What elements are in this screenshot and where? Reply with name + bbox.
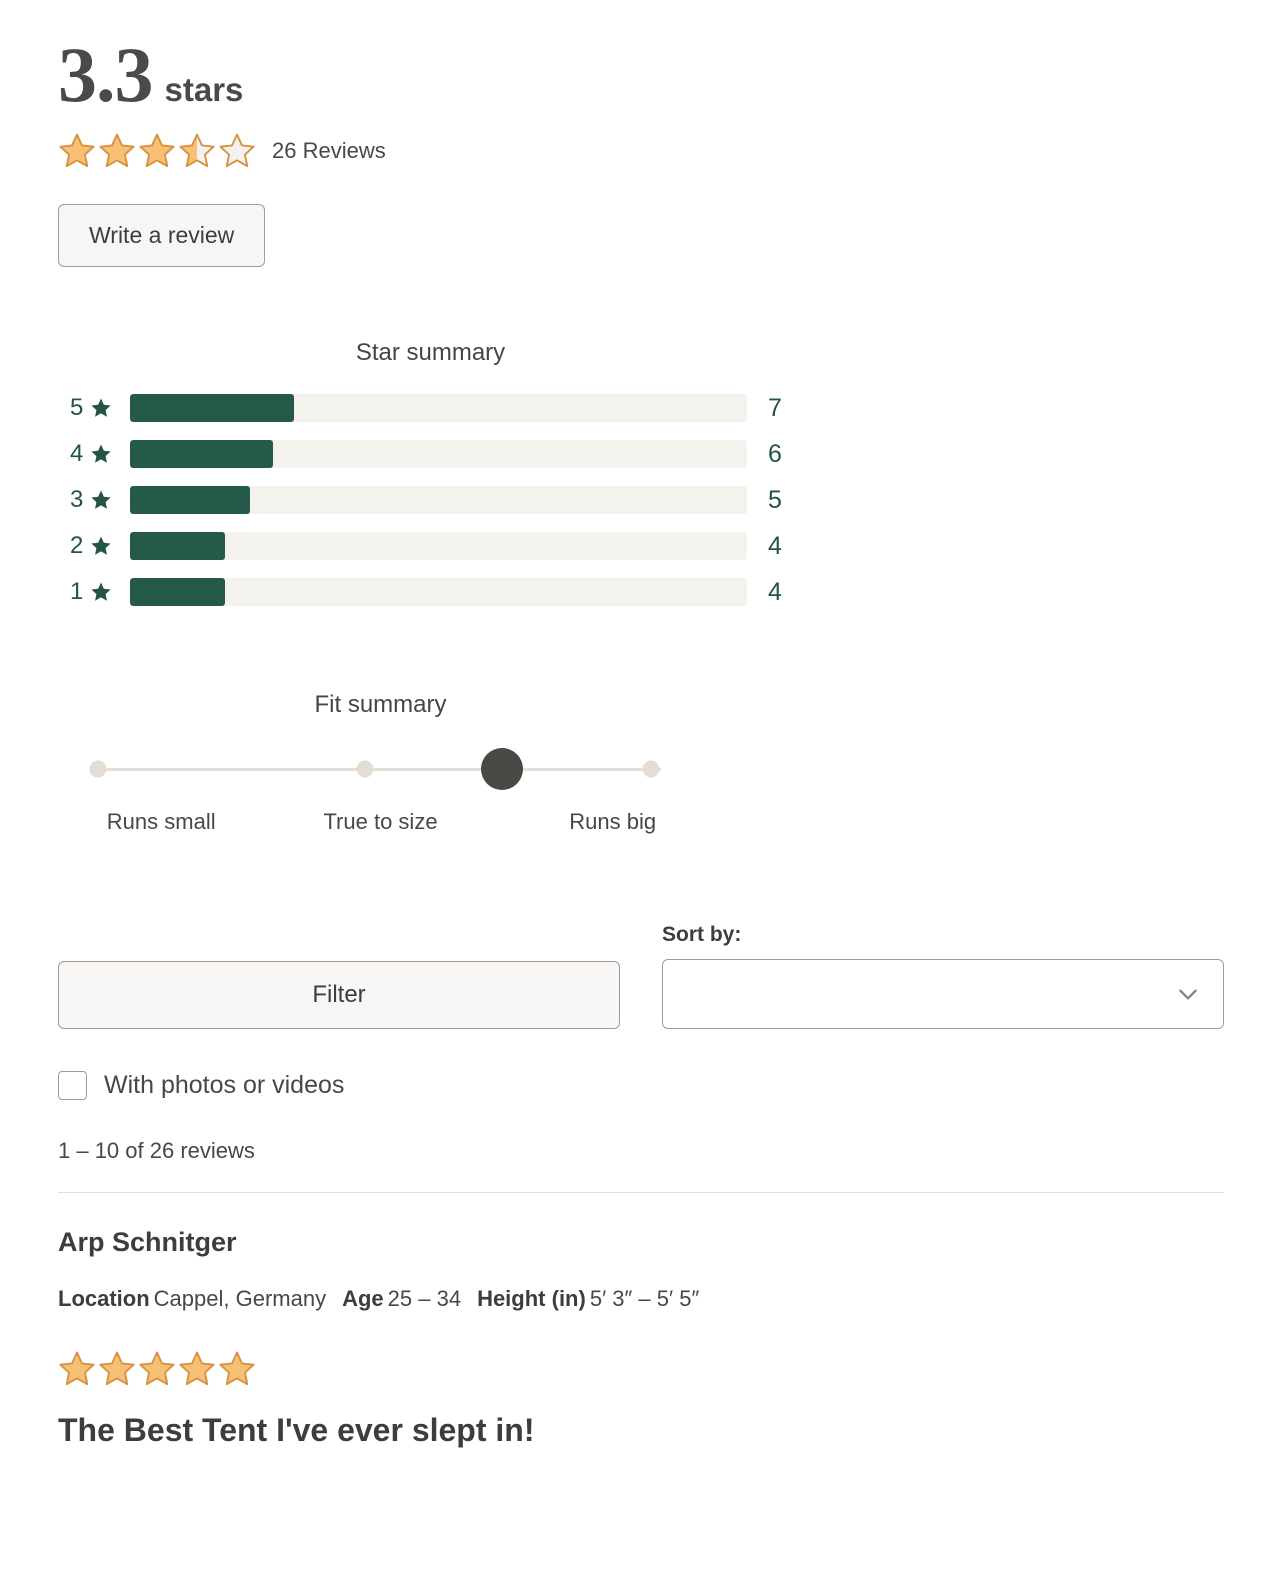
star-summary-row-label: 2 <box>58 534 130 558</box>
star-summary-bar-track <box>130 394 747 422</box>
star-summary-row[interactable]: 35 <box>58 477 803 523</box>
star-summary-row-stars: 1 <box>70 578 84 605</box>
sort-by-label: Sort by: <box>662 923 742 946</box>
review-meta-key: Height (in) <box>477 1286 586 1311</box>
star-summary-bar-track <box>130 532 747 560</box>
star-summary-bar-fill <box>130 394 295 422</box>
star-summary-row-label: 4 <box>58 442 130 466</box>
review-controls: Filter Sort by: <box>58 923 1224 1029</box>
overall-stars-row: 26 Reviews <box>58 132 1224 170</box>
review-meta: Location Cappel, Germany Age 25 – 34 Height … <box>58 1286 1224 1312</box>
star-icon <box>179 1351 215 1386</box>
review-star-rating <box>58 1350 1224 1388</box>
review-meta-value: Cappel, Germany <box>153 1286 327 1311</box>
star-summary-bar-fill <box>130 486 250 514</box>
star-icon <box>139 133 175 168</box>
star-summary-row-stars: 4 <box>70 440 84 467</box>
with-photos-filter-row: With photos or videos <box>58 1071 1224 1100</box>
star-summary-bar-fill <box>130 532 226 560</box>
chevron-down-icon <box>1179 989 1197 1000</box>
star-icon <box>91 536 111 555</box>
review-meta-value: 5′ 3″ – 5′ 5″ <box>589 1286 700 1311</box>
review-item: Arp Schnitger Location Cappel, Germany Age… <box>58 1227 1224 1449</box>
reviews-page: 3.3 stars 26 Reviews Write a review Star… <box>0 0 1282 1596</box>
star-summary-row-count: 4 <box>768 531 782 560</box>
rating-score-line: 3.3 stars <box>58 36 1224 114</box>
star-icon <box>219 133 255 168</box>
reviews-count-label: 26 Reviews <box>272 138 386 163</box>
star-summary-title: Star summary <box>355 339 506 366</box>
star-summary-row-count: 6 <box>768 439 782 468</box>
fit-summary-section: Fit summary Runs small True to size Runs b… <box>58 691 1224 841</box>
star-summary-row-stars: 2 <box>70 532 84 559</box>
review-title: The Best Tent I've ever slept in! <box>58 1412 535 1448</box>
review-author-name: Arp Schnitger <box>58 1227 237 1257</box>
overall-star-rating <box>58 132 256 170</box>
star-summary-row-count: 4 <box>768 577 782 606</box>
sort-group: Sort by: <box>662 923 1224 1029</box>
star-summary-row-stars: 5 <box>70 394 84 421</box>
star-summary-row[interactable]: 24 <box>58 523 803 569</box>
star-summary-row-stars: 3 <box>70 486 84 513</box>
fit-track-line <box>98 768 661 771</box>
write-review-button[interactable]: Write a review <box>58 204 266 267</box>
star-summary-row-count: 7 <box>768 393 782 422</box>
star-summary-bar-fill <box>130 578 226 606</box>
star-icon <box>91 490 111 509</box>
star-summary-row-label: 3 <box>58 488 130 512</box>
fit-labels: Runs small True to size Runs big <box>58 809 703 841</box>
with-photos-checkbox[interactable] <box>58 1071 87 1100</box>
review-meta-value: 25 – 34 <box>387 1286 462 1311</box>
fit-label: True to size <box>323 809 438 834</box>
fit-summary-title: Fit summary <box>314 691 447 718</box>
review-meta-key: Age <box>342 1286 384 1311</box>
fit-summary-track <box>58 745 703 793</box>
star-icon <box>179 133 215 168</box>
star-icon <box>91 582 111 601</box>
star-summary-row[interactable]: 46 <box>58 431 803 477</box>
star-summary-bar-track <box>130 440 747 468</box>
section-divider <box>58 1192 1224 1193</box>
star-summary-row[interactable]: 57 <box>58 385 803 431</box>
star-summary-row-label: 5 <box>58 396 130 420</box>
star-summary-section: Star summary 5746352414 <box>58 339 1224 615</box>
star-icon <box>219 1351 255 1386</box>
rating-score: 3.3 <box>58 31 153 118</box>
star-icon <box>59 1351 95 1386</box>
rating-unit-label: stars <box>164 71 244 108</box>
star-summary-row-count: 5 <box>768 485 782 514</box>
fit-dot[interactable] <box>642 760 660 778</box>
fit-label: Runs big <box>569 809 657 834</box>
star-summary-row-label: 1 <box>58 580 130 604</box>
star-icon <box>59 133 95 168</box>
fit-dot-selected[interactable] <box>481 748 524 790</box>
rating-header: 3.3 stars 26 Reviews Write a review <box>58 0 1224 267</box>
star-icon <box>91 444 111 463</box>
star-summary-row[interactable]: 14 <box>58 569 803 615</box>
fit-dot[interactable] <box>89 760 107 778</box>
star-summary-bar-track <box>130 486 747 514</box>
with-photos-label: With photos or videos <box>104 1071 345 1099</box>
filter-button[interactable]: Filter <box>58 961 620 1029</box>
star-icon <box>91 398 111 417</box>
star-icon <box>99 1351 135 1386</box>
fit-label: Runs small <box>106 809 216 834</box>
review-meta-key: Location <box>58 1286 150 1311</box>
star-icon <box>139 1351 175 1386</box>
star-summary-bars: 5746352414 <box>58 385 803 615</box>
fit-dot[interactable] <box>356 760 374 778</box>
star-summary-bar-track <box>130 578 747 606</box>
results-range-label: 1 – 10 of 26 reviews <box>58 1138 255 1163</box>
star-summary-bar-fill <box>130 440 273 468</box>
star-icon <box>99 133 135 168</box>
sort-by-select[interactable] <box>662 959 1224 1029</box>
